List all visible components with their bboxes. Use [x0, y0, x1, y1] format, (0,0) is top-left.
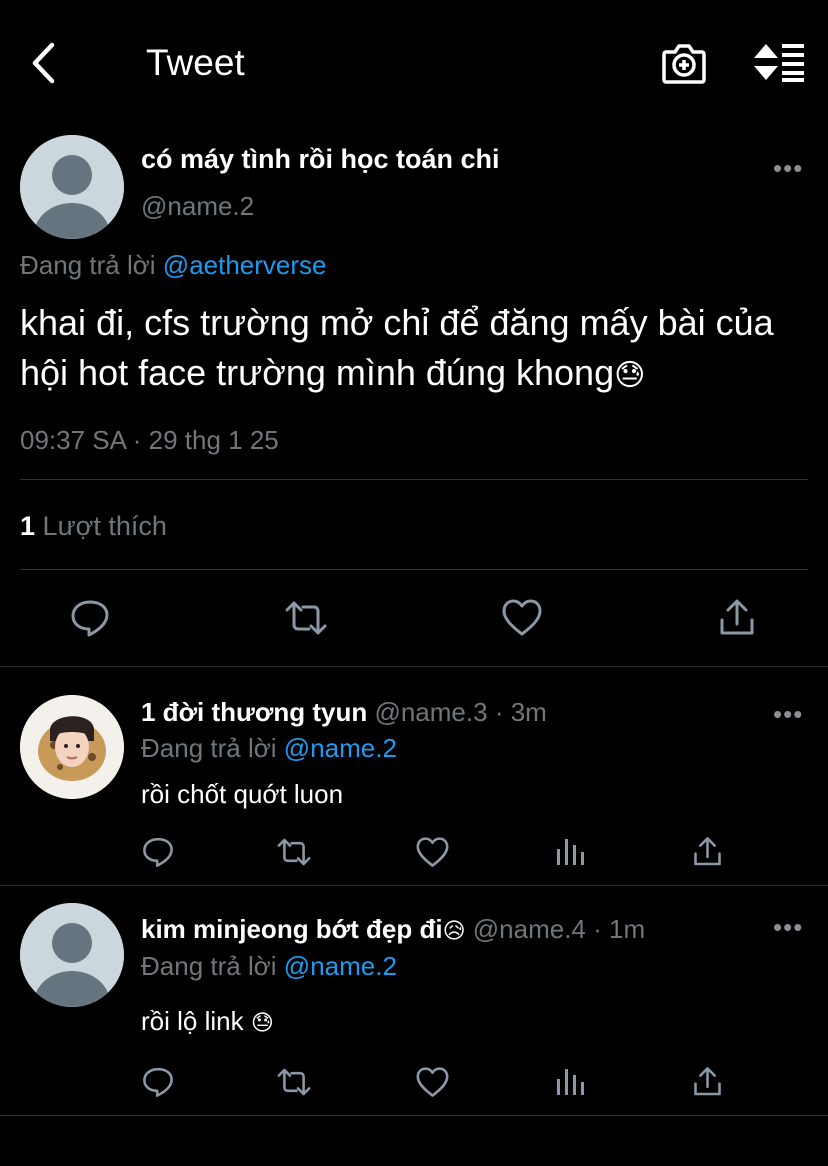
reply-handle[interactable]: @name.3: [374, 697, 487, 727]
tweet-timestamp[interactable]: 09:37 SA · 29 thg 1 25: [20, 425, 279, 456]
tweet-text-line-2: hội hot face trường mình đúng khong😓: [20, 352, 646, 393]
retweet-button[interactable]: [284, 598, 328, 638]
reply-handle[interactable]: @name.4: [473, 914, 586, 944]
reply-button[interactable]: [70, 598, 110, 638]
retweet-icon: [285, 601, 327, 635]
share-icon: [694, 837, 721, 866]
reply-to-link[interactable]: @aetherverse: [163, 250, 327, 280]
bar-chart-icon: [557, 839, 584, 865]
retweet-button[interactable]: [276, 1066, 312, 1098]
heart-icon: [416, 1067, 449, 1097]
default-avatar-icon: [20, 903, 124, 1007]
back-button[interactable]: [28, 42, 60, 84]
reply-time: · 1m: [593, 914, 646, 944]
divider: [20, 569, 808, 570]
chevron-left-icon: [32, 42, 55, 84]
share-icon: [720, 599, 754, 635]
sad-emoji: 😥: [442, 918, 466, 943]
analytics-button[interactable]: [556, 837, 586, 867]
likes-count: 1: [20, 511, 36, 541]
reply-text: rồi lộ link 😓: [141, 1006, 274, 1036]
divider: [0, 1115, 828, 1116]
share-button[interactable]: [693, 1066, 722, 1098]
reply-context: Đang trả lời @name.2: [141, 951, 397, 982]
reply-context: Đang trả lời @name.2: [141, 733, 397, 764]
author-handle[interactable]: @name.2: [141, 191, 254, 222]
retweet-icon: [277, 1068, 311, 1096]
like-button[interactable]: [416, 837, 449, 868]
more-options-button[interactable]: •••: [773, 914, 803, 940]
camera-plus-icon: [662, 44, 706, 84]
retweet-button[interactable]: [276, 836, 312, 868]
bar-chart-icon: [557, 1069, 584, 1095]
reply-button[interactable]: [142, 1066, 174, 1098]
sort-list-icon: [754, 44, 804, 82]
share-icon: [694, 1067, 721, 1096]
retweet-icon: [277, 838, 311, 866]
reply-header: 1 đời thương tyun @name.3 · 3m: [141, 697, 547, 728]
tweet-text-line-1: khai đi, cfs trường mở chỉ để đăng mấy b…: [20, 302, 774, 343]
likes-summary[interactable]: 1 Lượt thích: [20, 511, 167, 542]
reply-button[interactable]: [142, 836, 174, 868]
camera-button[interactable]: [662, 42, 706, 84]
author-display-name[interactable]: có máy tình rồi học toán chi: [141, 144, 500, 175]
sort-button[interactable]: [754, 42, 806, 82]
reply-icon: [143, 1067, 173, 1097]
share-button[interactable]: [693, 836, 722, 868]
share-button[interactable]: [719, 598, 755, 638]
tweet-text: khai đi, cfs trường mở chỉ để đăng mấy b…: [20, 298, 774, 401]
reply-prefix: Đang trả lời: [20, 250, 156, 280]
sweat-emoji: 😓: [250, 1010, 274, 1035]
reply-display-name[interactable]: 1 đời thương tyun: [141, 697, 367, 727]
reply-text: rồi chốt quớt luon: [141, 779, 344, 809]
reply-to-link[interactable]: @name.2: [284, 951, 397, 981]
analytics-button[interactable]: [556, 1067, 586, 1097]
divider: [0, 666, 828, 667]
like-button[interactable]: [502, 599, 542, 637]
reply-icon: [71, 600, 109, 637]
reply-display-name[interactable]: kim minjeong bớt đẹp đi😥: [141, 914, 466, 944]
avatar[interactable]: [20, 695, 124, 799]
like-button[interactable]: [416, 1067, 449, 1098]
heart-icon: [416, 837, 449, 867]
reply-prefix: Đang trả lời: [141, 733, 277, 763]
sweat-emoji: 😓: [614, 359, 646, 392]
more-options-button[interactable]: •••: [773, 155, 803, 181]
profile-photo-icon: [20, 695, 124, 799]
heart-icon: [502, 599, 542, 636]
page-title: Tweet: [146, 42, 245, 83]
likes-label: Lượt thích: [42, 511, 167, 541]
divider: [0, 885, 828, 886]
avatar[interactable]: [20, 903, 124, 1007]
reply-icon: [143, 837, 173, 867]
default-avatar-icon: [20, 135, 124, 239]
avatar[interactable]: [20, 135, 124, 239]
reply-context: Đang trả lời @aetherverse: [20, 250, 327, 281]
divider: [20, 479, 808, 480]
more-options-button[interactable]: •••: [773, 701, 803, 727]
reply-to-link[interactable]: @name.2: [284, 733, 397, 763]
reply-prefix: Đang trả lời: [141, 951, 277, 981]
reply-time: · 3m: [494, 697, 547, 727]
reply-header: kim minjeong bớt đẹp đi😥 @name.4 · 1m: [141, 914, 645, 945]
